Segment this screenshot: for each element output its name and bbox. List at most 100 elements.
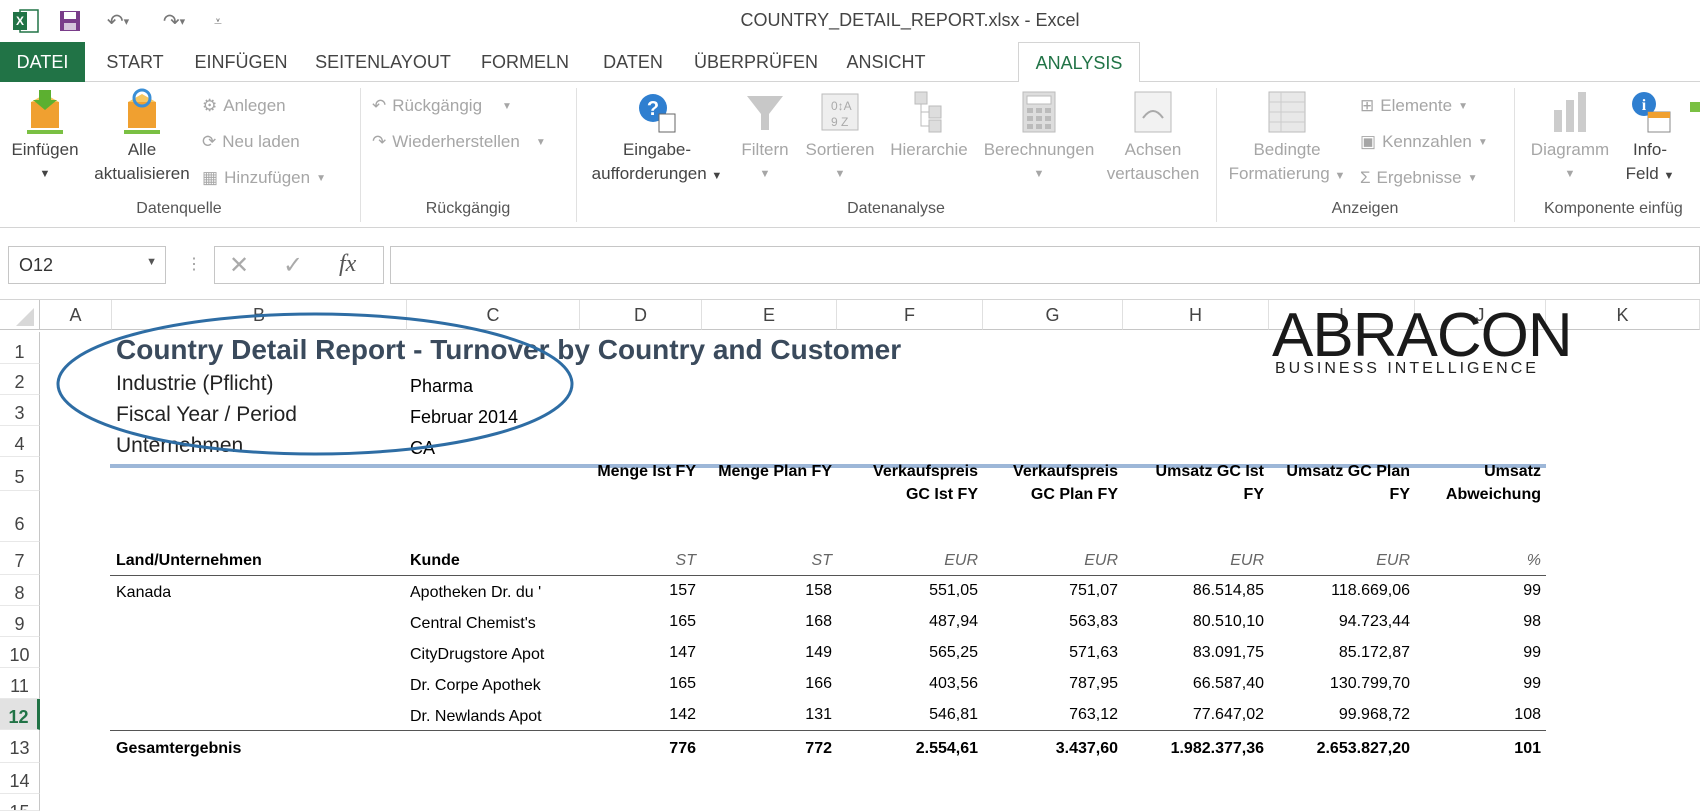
- dropdown-arrow-icon: ▼: [535, 136, 546, 148]
- sortieren-button[interactable]: 0↕A 9 Z Sortieren ▼: [800, 88, 880, 186]
- group-separator: [1216, 88, 1217, 222]
- row-header-3[interactable]: 3: [0, 395, 40, 426]
- header-kunde: Kunde: [410, 552, 460, 569]
- row-header-9[interactable]: 9: [0, 606, 40, 637]
- cell-value: 546,81: [929, 706, 978, 723]
- insert-function-icon[interactable]: fx: [339, 251, 356, 278]
- row-header-14[interactable]: 14: [0, 763, 40, 794]
- swap-axes-icon: [1134, 91, 1172, 133]
- row-header-4[interactable]: 4: [0, 426, 40, 457]
- cell-value: 98: [1523, 613, 1541, 630]
- cell-value: 147: [669, 644, 696, 661]
- cell-value: 77.647,02: [1192, 706, 1264, 723]
- row-header-13[interactable]: 13: [0, 730, 40, 763]
- col-header-vk-ist: Verkaufspreis GC Ist FY: [837, 460, 978, 506]
- dropdown-arrow-icon: ▼: [759, 168, 771, 180]
- row-header-11[interactable]: 11: [0, 668, 40, 699]
- insert-datasource-icon: [27, 90, 63, 134]
- column-header-d[interactable]: D: [580, 300, 702, 330]
- col-header-menge-plan-text: Menge Plan FY: [718, 463, 832, 480]
- neu-laden-button[interactable]: ⟳ Neu laden: [202, 128, 300, 156]
- col-header-abweichung-line2: Abweichung: [1445, 486, 1541, 503]
- total-value: 101: [1514, 740, 1541, 757]
- hinzufuegen-button[interactable]: ▦ Hinzufügen ▼: [202, 164, 326, 192]
- column-header-f[interactable]: F: [837, 300, 983, 330]
- dropdown-arrow-icon: ▼: [834, 168, 846, 180]
- dropdown-arrow-icon: ▼: [316, 172, 326, 184]
- row-header-1[interactable]: 1: [0, 332, 40, 364]
- column-header-e[interactable]: E: [702, 300, 837, 330]
- group-label-datenanalyse: Datenanalyse: [847, 200, 945, 217]
- neu-laden-label: Neu laden: [222, 132, 300, 151]
- kennzahlen-button[interactable]: ▣ Kennzahlen ▼: [1360, 128, 1488, 156]
- wiederherstellen-button[interactable]: ↷ Wiederherstellen ▼: [372, 128, 546, 156]
- tab-formeln[interactable]: FORMELN: [470, 42, 580, 82]
- cell-value: 99: [1523, 582, 1541, 599]
- dropdown-arrow-icon: ▼: [711, 170, 723, 182]
- select-all-corner[interactable]: [0, 300, 40, 330]
- col-header-vk-plan: Verkaufspreis GC Plan FY: [983, 460, 1118, 506]
- row-header-2[interactable]: 2: [0, 364, 40, 395]
- tab-ansicht[interactable]: ANSICHT: [834, 42, 938, 82]
- total-value: 2.653.827,20: [1316, 740, 1410, 757]
- bedingte-formatierung-button[interactable]: Bedingte Formatierung ▼: [1222, 88, 1352, 188]
- berechnungen-button[interactable]: Berechnungen ▼: [978, 88, 1100, 186]
- total-value: 776: [669, 740, 696, 757]
- cell-value: 118.669,06: [1331, 582, 1410, 599]
- col-header-umsatz-plan-line1: Umsatz GC Plan: [1286, 463, 1410, 480]
- column-header-g[interactable]: G: [983, 300, 1123, 330]
- col-header-umsatz-plan-line2: FY: [1389, 486, 1410, 503]
- add-icon: ▦: [202, 168, 219, 187]
- col-header-menge-ist: Menge Ist FY: [580, 460, 696, 483]
- diagramm-button[interactable]: Diagramm ▼: [1520, 88, 1620, 186]
- name-box-dropdown-icon[interactable]: ▼: [146, 256, 157, 268]
- cell-value: 166: [805, 675, 832, 692]
- row-header-8[interactable]: 8: [0, 575, 40, 606]
- cell-value: 751,07: [1069, 582, 1118, 599]
- cell-value: 157: [669, 582, 696, 599]
- row-header-5[interactable]: 5: [0, 457, 40, 491]
- hierarchie-button[interactable]: Hierarchie: [880, 88, 978, 162]
- row-header-6[interactable]: 6: [0, 491, 40, 542]
- more-components-icon[interactable]: [1686, 96, 1700, 143]
- tab-daten[interactable]: DATEN: [588, 42, 678, 82]
- tab-analysis[interactable]: ANALYSIS: [1018, 42, 1140, 83]
- tab-datei[interactable]: DATEI: [0, 42, 85, 82]
- alle-aktualisieren-button[interactable]: Alle aktualisieren: [90, 88, 194, 186]
- row-header-15[interactable]: 15: [0, 794, 40, 811]
- dropdown-arrow-icon: ▼: [1458, 100, 1468, 112]
- tab-ueberpruefen[interactable]: ÜBERPRÜFEN: [686, 42, 826, 82]
- filtern-button[interactable]: Filtern ▼: [732, 88, 798, 186]
- ergebnisse-button[interactable]: Σ Ergebnisse ▼: [1360, 164, 1477, 192]
- einfuegen-button[interactable]: Einfügen ▼: [0, 88, 90, 186]
- cell-value: 168: [805, 613, 832, 630]
- svg-text:i: i: [1642, 97, 1647, 114]
- anlegen-button[interactable]: ⚙ Anlegen: [202, 92, 286, 120]
- cancel-icon[interactable]: ✕: [229, 251, 249, 280]
- elemente-button[interactable]: ⊞ Elemente ▼: [1360, 92, 1468, 120]
- tab-einfuegen[interactable]: EINFÜGEN: [186, 42, 296, 82]
- tab-start[interactable]: START: [92, 42, 178, 82]
- name-box[interactable]: O12 ▼: [8, 246, 166, 284]
- formula-bar-grip-icon[interactable]: ⋮: [186, 254, 202, 274]
- tab-seitenlayout[interactable]: SEITENLAYOUT: [304, 42, 462, 82]
- column-header-h[interactable]: H: [1123, 300, 1269, 330]
- info-feld-button[interactable]: i Info- Feld ▼: [1620, 88, 1680, 188]
- sum-icon: Σ: [1360, 168, 1371, 187]
- rueckgaengig-button[interactable]: ↶ Rückgängig ▼: [372, 92, 512, 120]
- formula-input[interactable]: [390, 246, 1700, 284]
- cell-value: 571,63: [1069, 644, 1118, 661]
- row-header-10[interactable]: 10: [0, 637, 40, 668]
- redo-icon: ↷: [372, 132, 387, 151]
- row-header-7[interactable]: 7: [0, 542, 40, 575]
- sortieren-label: Sortieren: [805, 140, 875, 159]
- group-label-rueckgaengig: Rückgängig: [425, 200, 511, 217]
- svg-text:9 Z: 9 Z: [831, 115, 848, 129]
- achsen-vertauschen-button[interactable]: Achsen vertauschen: [1100, 88, 1206, 186]
- ribbon-tabs: DATEI START EINFÜGEN SEITENLAYOUT FORMEL…: [0, 42, 1700, 83]
- prompt-icon: ?: [639, 94, 676, 133]
- confirm-icon[interactable]: ✓: [283, 251, 303, 280]
- eingabeaufforderungen-button[interactable]: ? Eingabe- aufforderungen ▼: [582, 88, 732, 188]
- row-header-12[interactable]: 12: [0, 699, 40, 730]
- svg-text:0↕A: 0↕A: [831, 99, 852, 113]
